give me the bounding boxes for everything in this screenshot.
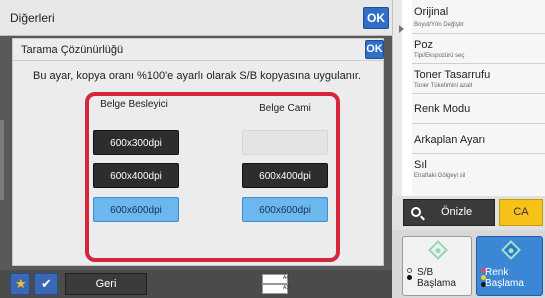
start-diamond-icon bbox=[428, 240, 448, 260]
panel-item-label: Renk Modu bbox=[414, 103, 471, 115]
favorites-button[interactable]: ★ bbox=[10, 273, 30, 295]
column-header-document-feeder: Belge Besleyici bbox=[100, 99, 168, 110]
check-icon: ✔ bbox=[41, 276, 52, 291]
page-title: Diğerleri bbox=[10, 11, 55, 25]
feeder-600x300-button[interactable]: 600x300dpi bbox=[93, 130, 179, 155]
preview-label: Önizle bbox=[441, 206, 473, 218]
clear-all-button[interactable]: CA bbox=[499, 199, 543, 226]
panel-item-sub: Etraftaki Gölgeyi sil bbox=[414, 173, 466, 179]
panel-item-sub: Tipi/Ekspozürü seç bbox=[414, 53, 465, 59]
panel-item-background[interactable]: Arkaplan Ayarı bbox=[412, 124, 545, 154]
panel-item-original[interactable]: Orijinal Boyut/Yön Değiştir bbox=[412, 0, 545, 34]
start-color-line1: Renk bbox=[485, 267, 509, 278]
bottom-bar bbox=[0, 270, 392, 298]
start-color-label: Renk Başlama bbox=[485, 267, 524, 289]
scan-resolution-dialog: Tarama Çözünürlüğü OK Bu ayar, kopya ora… bbox=[12, 38, 384, 266]
panel-item-label: Sıl bbox=[414, 159, 427, 171]
feeder-600x600-button[interactable]: 600x600dpi bbox=[93, 197, 179, 222]
start-color-line2: Başlama bbox=[485, 278, 524, 289]
bw-indicator-dots bbox=[407, 268, 413, 292]
dialog-ok-button[interactable]: OK bbox=[365, 40, 384, 59]
star-icon: ★ bbox=[15, 276, 27, 291]
panel-item-erase[interactable]: Sıl Etraftaki Gölgeyi sil bbox=[412, 154, 545, 190]
start-diamond-icon bbox=[501, 240, 521, 260]
panel-item-sub: Boyut/Yön Değiştir bbox=[414, 22, 464, 28]
panel-item-label: Toner Tasarrufu bbox=[414, 69, 491, 81]
start-color-button[interactable]: Renk Başlama bbox=[476, 236, 543, 296]
panel-item-color-mode[interactable]: Renk Modu bbox=[412, 94, 545, 124]
screen-edge bbox=[0, 120, 4, 200]
dialog-header: Tarama Çözünürlüğü OK bbox=[13, 39, 384, 61]
glass-empty-slot bbox=[242, 130, 328, 155]
feeder-600x400-button[interactable]: 600x400dpi bbox=[93, 163, 179, 188]
panel-item-label: Orijinal bbox=[414, 6, 449, 18]
resolution-options-frame: Belge Besleyici Belge Cami 600x300dpi 60… bbox=[85, 92, 340, 262]
panel-item-label: Arkaplan Ayarı bbox=[414, 134, 486, 146]
glass-600x600-button[interactable]: 600x600dpi bbox=[242, 197, 328, 222]
panel-item-sub: Toner Tüketimini azalt bbox=[414, 83, 473, 89]
preview-button[interactable]: Önizle bbox=[403, 199, 495, 226]
start-bw-line2: Başlama bbox=[417, 278, 456, 289]
paper-top-label: A4 bbox=[283, 275, 290, 281]
expand-arrow-icon[interactable] bbox=[399, 25, 404, 33]
start-bw-label: S/B Başlama bbox=[417, 267, 456, 289]
start-bw-button[interactable]: S/B Başlama bbox=[402, 236, 472, 296]
panel-item-toner-save[interactable]: Toner Tasarrufu Toner Tüketimini azalt bbox=[412, 64, 545, 94]
dialog-message: Bu ayar, kopya oranı %100'e ayarlı olara… bbox=[33, 70, 362, 82]
glass-600x400-button[interactable]: 600x400dpi bbox=[242, 163, 328, 188]
dialog-title: Tarama Çözünürlüğü bbox=[21, 44, 124, 56]
confirm-button[interactable]: ✔ bbox=[34, 273, 58, 295]
start-bw-line1: S/B bbox=[417, 267, 434, 278]
back-button[interactable]: Geri bbox=[65, 273, 147, 295]
paper-bottom-label: A3 bbox=[283, 285, 290, 291]
header-ok-button[interactable]: OK bbox=[363, 7, 389, 29]
header-bar: Diğerleri OK bbox=[0, 0, 392, 36]
column-header-document-glass: Belge Cami bbox=[259, 103, 311, 114]
magnifier-icon bbox=[411, 207, 421, 217]
main-screen: Diğerleri OK Tarama Çözünürlüğü OK Bu ay… bbox=[0, 0, 392, 298]
panel-item-exposure[interactable]: Poz Tipi/Ekspozürü seç bbox=[412, 34, 545, 64]
panel-item-label: Poz bbox=[414, 39, 433, 51]
paper-size-indicator: A4 A3 bbox=[258, 272, 298, 296]
